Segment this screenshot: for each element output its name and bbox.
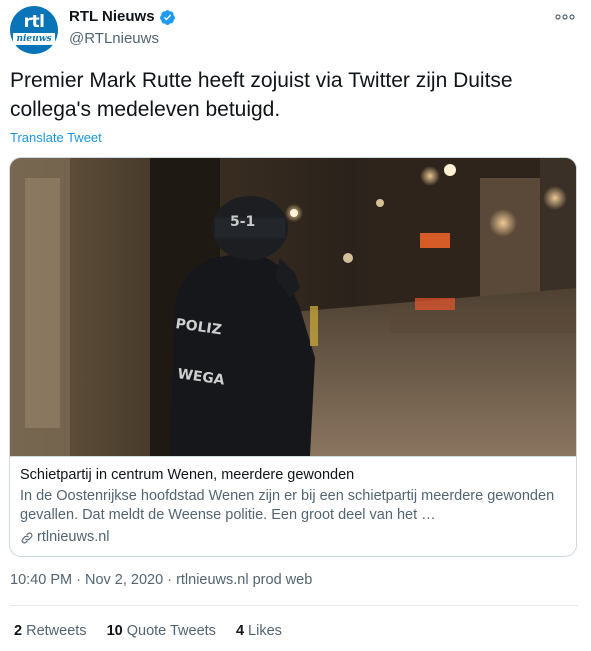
likes-stat[interactable]: 4 Likes: [236, 623, 282, 639]
card-description: In de Oostenrijkse hoofdstad Wenen zijn …: [20, 488, 555, 523]
author-name[interactable]: RTL Nieuws: [69, 8, 176, 26]
verified-badge-icon: [159, 9, 175, 25]
link-icon: [21, 532, 33, 543]
more-options-icon[interactable]: [555, 12, 575, 22]
quote-tweets-stat[interactable]: 10 Quote Tweets: [107, 623, 216, 639]
tweet-meta: 10:40 PM · Nov 2, 2020 · rtlnieuws.nl pr…: [10, 572, 312, 588]
card-domain: rtlnieuws.nl: [20, 528, 568, 547]
tweet-date[interactable]: Nov 2, 2020: [85, 572, 163, 588]
retweets-label: Retweets: [26, 623, 87, 639]
author-block[interactable]: RTL Nieuws @RTLnieuws: [69, 8, 176, 48]
avatar-logo-subtext: nieuws: [13, 33, 55, 45]
quotes-count: 10: [106, 623, 123, 639]
tweet-header: rtl nieuws RTL Nieuws @RTLnieuws: [10, 6, 581, 54]
card-body: Schietpartij in centrum Wenen, meerdere …: [10, 456, 576, 556]
card-image: 5-1 POLIZ WEGA: [10, 158, 576, 456]
helmet-number: 5-1: [230, 214, 255, 230]
tweet-stats: 2 Retweets 10 Quote Tweets 4 Likes: [14, 623, 282, 639]
retweets-count: 2: [14, 623, 23, 639]
translate-tweet-link[interactable]: Translate Tweet: [10, 130, 102, 145]
quotes-label: Quote Tweets: [126, 623, 216, 639]
retweets-stat[interactable]: 2 Retweets: [14, 623, 87, 639]
link-preview-card[interactable]: 5-1 POLIZ WEGA Schietpartij in centrum W…: [9, 157, 577, 557]
likes-label: Likes: [248, 623, 282, 639]
avatar-logo-text: rtl: [23, 12, 45, 32]
avatar[interactable]: rtl nieuws: [10, 6, 58, 54]
meta-separator-2: ·: [163, 572, 177, 588]
display-name-text: RTL Nieuws: [69, 8, 155, 25]
likes-count: 4: [235, 623, 245, 639]
card-domain-text: rtlnieuws.nl: [37, 529, 110, 545]
meta-separator-1: ·: [72, 572, 85, 588]
tweet-source: rtlnieuws.nl prod web: [176, 572, 313, 588]
tweet-text: Premier Mark Rutte heeft zojuist via Twi…: [10, 69, 513, 121]
author-handle[interactable]: @RTLnieuws: [69, 30, 176, 48]
tweet-time[interactable]: 10:40 PM: [10, 572, 72, 588]
card-title: Schietpartij in centrum Wenen, meerdere …: [20, 467, 355, 483]
divider: [10, 605, 578, 606]
